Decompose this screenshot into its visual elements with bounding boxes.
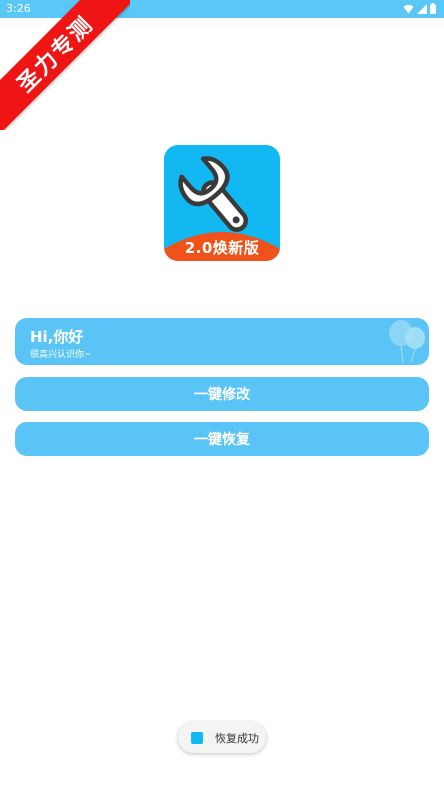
toast: 恢复成功 <box>178 722 266 753</box>
ribbon-label: 圣力专测 <box>0 0 130 130</box>
greeting-title: Hi,你好 <box>30 328 84 346</box>
status-icons <box>403 3 436 14</box>
one-click-modify-button[interactable]: 一键修改 <box>15 377 429 411</box>
app-icon: 2.0焕新版 <box>164 145 280 261</box>
one-click-restore-button[interactable]: 一键恢复 <box>15 422 429 456</box>
balloons-icon <box>389 320 425 363</box>
greeting-card: Hi,你好 很高兴认识你~ <box>15 318 429 365</box>
test-ribbon: 圣力专测 <box>0 0 130 130</box>
wifi-icon <box>403 4 414 13</box>
toast-message: 恢复成功 <box>215 731 259 745</box>
greeting-subtitle: 很高兴认识你~ <box>30 350 92 360</box>
app-small-icon <box>191 731 203 744</box>
battery-icon <box>430 3 436 14</box>
app-version-label: 2.0焕新版 <box>184 239 260 257</box>
signal-icon <box>417 3 427 14</box>
